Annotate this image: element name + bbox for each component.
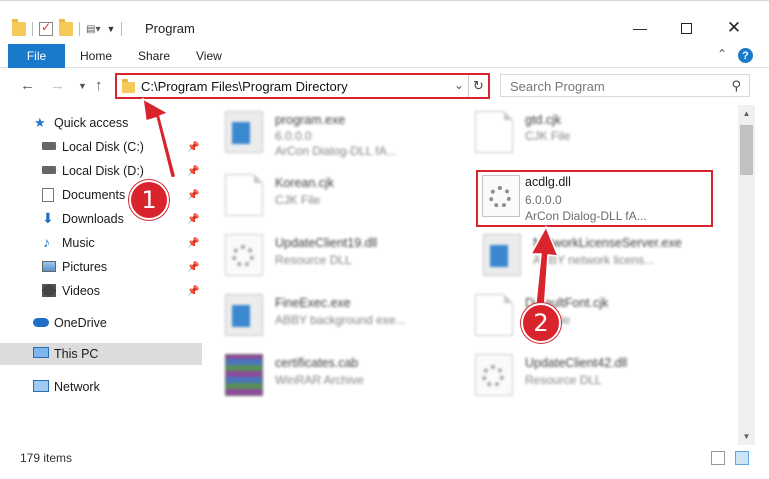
- arrow-1: [142, 97, 177, 179]
- step-1-badge: 1: [129, 180, 169, 220]
- annotation-arrows: [142, 97, 560, 314]
- arrow-2: [529, 225, 560, 314]
- step-2-badge: 2: [521, 303, 561, 343]
